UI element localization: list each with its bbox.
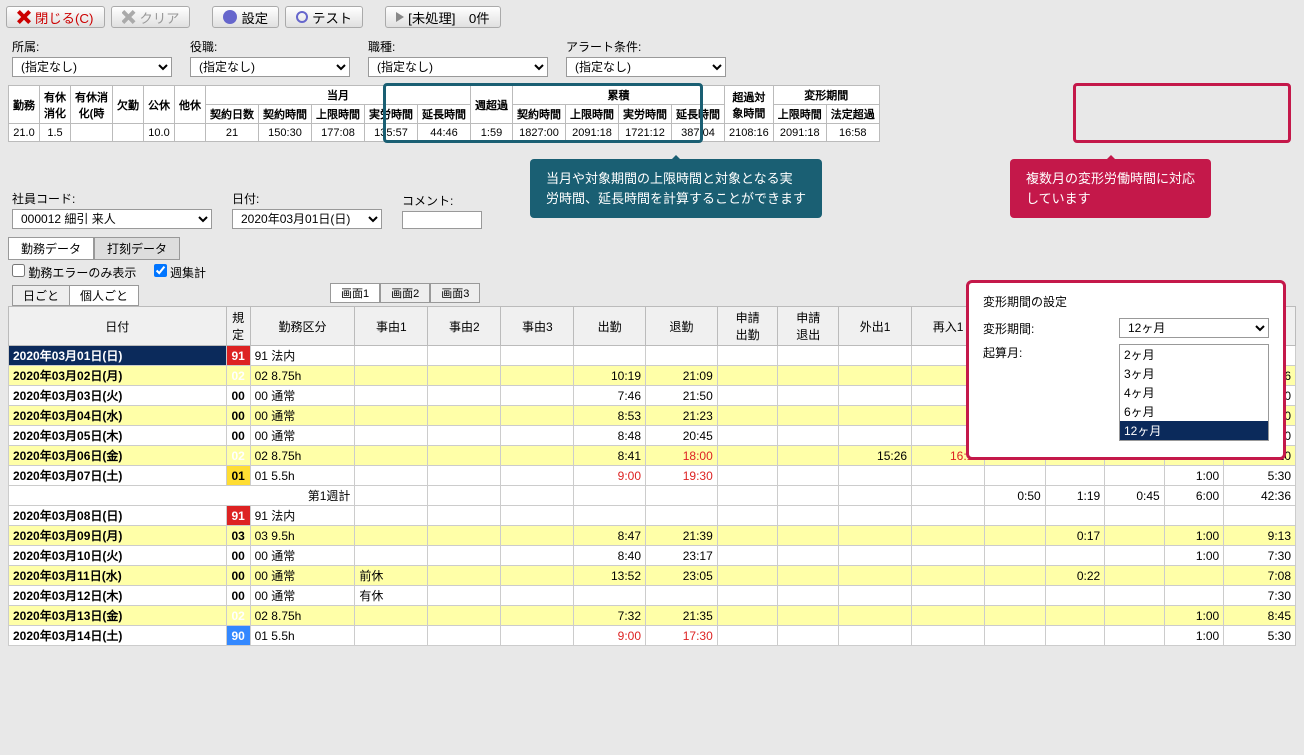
col-date: 日付 [9,307,227,346]
comment-label: コメント: [402,192,482,209]
screen1-button[interactable]: 画面1 [330,283,380,303]
col-taikin: 退勤 [646,307,718,346]
popup-start-label: 起算月: [983,344,1022,361]
subtab-personal[interactable]: 個人ごと [69,285,139,306]
listbox-option[interactable]: 6ヶ月 [1120,402,1268,421]
highlight-pink [1073,83,1291,143]
emp-label: 社員コード: [12,190,212,207]
col-yukyu2: 有休消 化(時 [71,86,113,124]
col-kinmu: 勤務 [9,86,40,124]
col-kokyu: 公休 [144,86,175,124]
table-row[interactable]: 2020年03月08日(日)9191 法内 [9,506,1296,526]
table-row[interactable]: 2020年03月07日(土)0101 5.5h9:0019:301:005:30 [9,466,1296,486]
test-button[interactable]: テスト [285,6,363,28]
arrow-right-icon [396,12,404,22]
col-yukyu: 有休 消化 [40,86,71,124]
period-popup: 変形期間の設定 変形期間: 12ヶ月 起算月: 2ヶ月3ヶ月4ヶ月6ヶ月12ヶ月 [966,280,1286,460]
subtab-daily[interactable]: 日ごと [12,285,70,306]
callout-pink: 複数月の変形労働時間に対応 しています [1010,159,1211,218]
screen3-button[interactable]: 画面3 [430,283,480,303]
col-takyu: 他休 [175,86,206,124]
popup-period-select[interactable]: 12ヶ月 [1119,318,1269,338]
listbox-option[interactable]: 4ヶ月 [1120,383,1268,402]
main-tabs: 勤務データ打刻データ [0,233,1304,260]
unprocessed-button[interactable]: [未処理] 0件 [385,6,500,28]
listbox-option[interactable]: 2ヶ月 [1120,345,1268,364]
table-row[interactable]: 2020年03月11日(水)0000 通常前休13:5223:050:227:0… [9,566,1296,586]
position-select[interactable]: (指定なし) [190,57,350,77]
popup-period-label: 変形期間: [983,320,1034,337]
toolbar: 閉じる(C) クリア 設定 テスト [未処理] 0件 [0,0,1304,34]
clear-button[interactable]: クリア [111,6,191,28]
tab-work-data[interactable]: 勤務データ [8,237,94,260]
table-row[interactable]: 2020年03月12日(木)0000 通常有休7:30 [9,586,1296,606]
jobtype-label: 職種: [368,38,548,55]
col-shuchoka: 週超過 [471,86,513,124]
tab-stamp-data[interactable]: 打刻データ [94,237,180,260]
popup-title: 変形期間の設定 [983,293,1269,310]
col-j1: 事由1 [355,307,428,346]
listbox-option[interactable]: 12ヶ月 [1120,421,1268,440]
col-ketsu: 欠勤 [113,86,144,124]
col-j2: 事由2 [428,307,501,346]
col-henkei: 変形期間 [773,86,879,105]
jobtype-select[interactable]: (指定なし) [368,57,548,77]
summary-table: 勤務 有休 消化 有休消 化(時 欠勤 公休 他休 当月 週超過 累積 超過対 … [8,85,880,142]
emp-select[interactable]: 000012 細引 来人 [12,209,212,229]
table-row[interactable]: 2020年03月13日(金)0202 8.75h7:3221:351:008:4… [9,606,1296,626]
col-j3: 事由3 [501,307,574,346]
settings-button[interactable]: 設定 [212,6,279,28]
col-kitei: 規 定 [226,307,250,346]
x-icon [122,10,136,24]
x-icon [17,10,31,24]
date-label: 日付: [232,190,382,207]
col-gai1: 外出1 [839,307,912,346]
gear-icon [223,10,237,24]
affiliation-label: 所属: [12,38,172,55]
callout-teal: 当月や対象期間の上限時間と対象となる実 労時間、延長時間を計算することができます [530,159,822,218]
table-row[interactable]: 第1週計0:501:190:456:0042:36 [9,486,1296,506]
close-button[interactable]: 閉じる(C) [6,6,105,28]
summary-area: 勤務 有休 消化 有休消 化(時 欠勤 公休 他休 当月 週超過 累積 超過対 … [0,81,1304,146]
table-row[interactable]: 2020年03月14日(土)9001 5.5h9:0017:301:005:30 [9,626,1296,646]
date-select[interactable]: 2020年03月01日(日) [232,209,382,229]
clock-icon [296,11,308,23]
opt-errors-only[interactable]: 勤務エラーのみ表示 [12,266,136,280]
position-label: 役職: [190,38,350,55]
popup-listbox[interactable]: 2ヶ月3ヶ月4ヶ月6ヶ月12ヶ月 [1119,344,1269,441]
col-tougetsu: 当月 [206,86,471,105]
col-kubun: 勤務区分 [250,307,355,346]
alert-label: アラート条件: [566,38,726,55]
col-s_shukkin: 申請 出勤 [717,307,778,346]
opt-week-sum[interactable]: 週集計 [154,266,206,280]
table-row[interactable]: 2020年03月10日(火)0000 通常8:4023:171:007:30 [9,546,1296,566]
col-chokatai: 超過対 象時間 [725,86,774,124]
col-ruiseki: 累積 [513,86,725,105]
filter-row: 所属: (指定なし) 役職: (指定なし) 職種: (指定なし) アラート条件: (指定… [0,34,1304,81]
alert-select[interactable]: (指定なし) [566,57,726,77]
table-row[interactable]: 2020年03月09日(月)0303 9.5h8:4721:390:171:00… [9,526,1296,546]
affiliation-select[interactable]: (指定なし) [12,57,172,77]
comment-input[interactable] [402,211,482,229]
col-s_taikin: 申請 退出 [778,307,839,346]
listbox-option[interactable]: 3ヶ月 [1120,364,1268,383]
screen2-button[interactable]: 画面2 [380,283,430,303]
col-shukkin: 出勤 [574,307,646,346]
